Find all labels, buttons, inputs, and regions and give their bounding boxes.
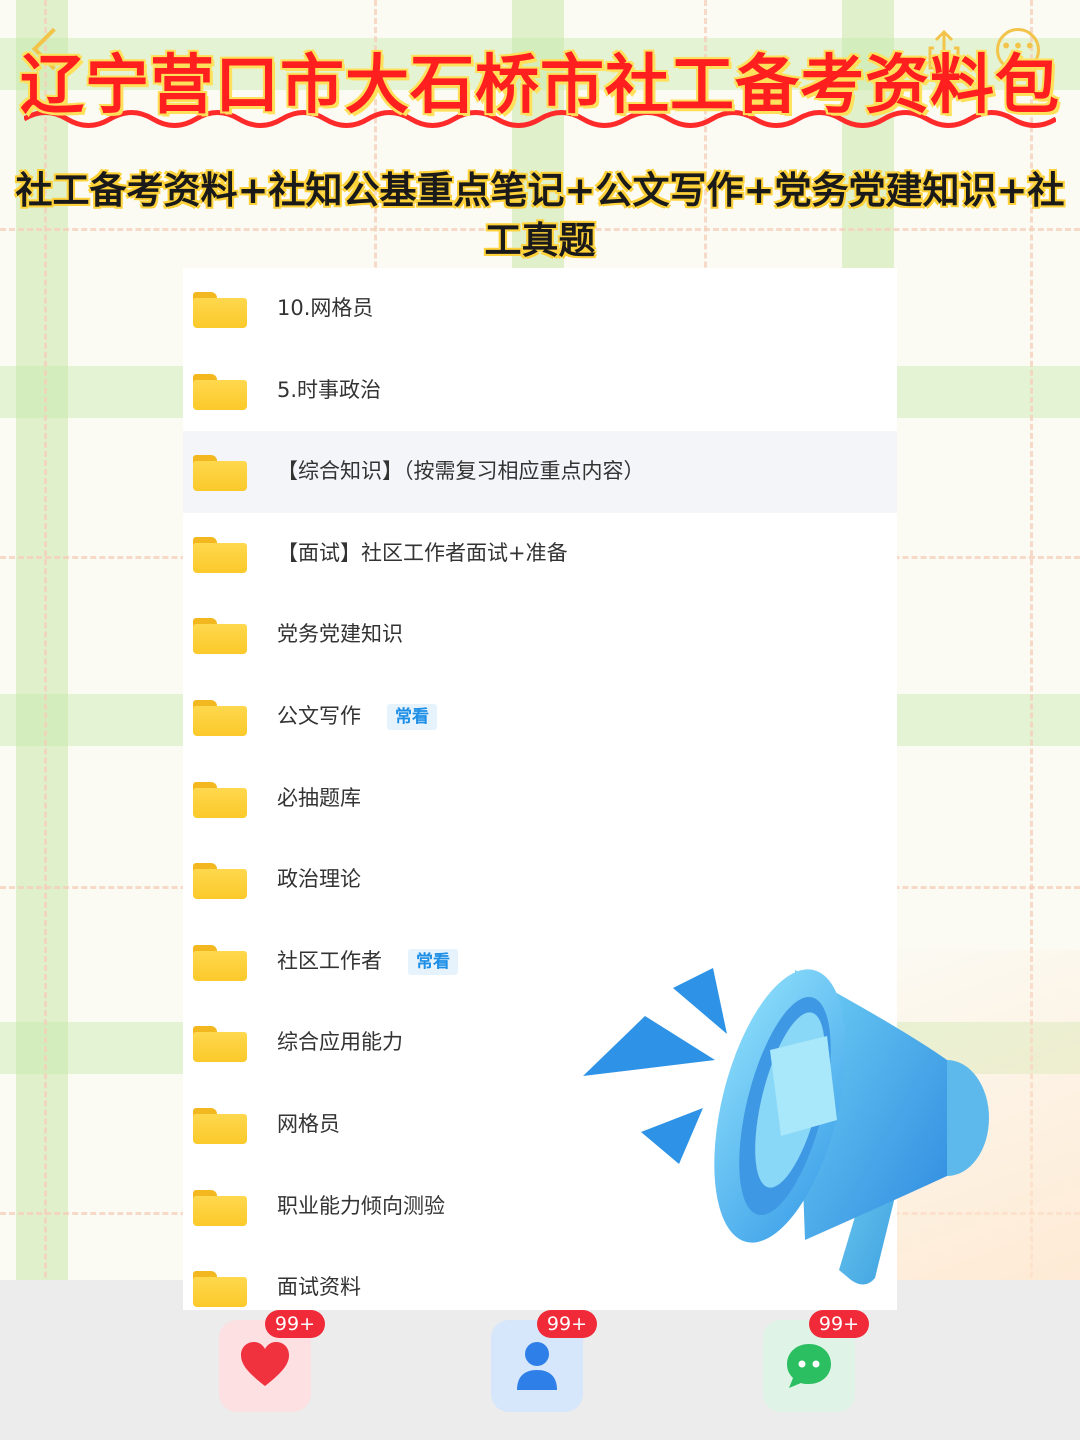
folder-label: 【面试】社区工作者面试+准备 (277, 540, 568, 565)
like-button[interactable]: 99+ (219, 1310, 325, 1412)
folder-label: 社区工作者 常看 (277, 921, 458, 1003)
folder-label: 党务党建知识 (277, 622, 403, 647)
folder-icon (193, 455, 247, 492)
page-subtitle: 社工备考资料+社知公基重点笔记+公文写作+党务党建知识+社工真题 (15, 169, 1065, 262)
folder-label: 5.时事政治 (277, 377, 382, 402)
folder-icon (193, 699, 247, 736)
chat-bubble-icon (787, 1344, 831, 1388)
folder-row[interactable]: 【面试】社区工作者面试+准备 (183, 513, 897, 595)
folder-icon (193, 863, 247, 900)
comment-count-badge: 99+ (808, 1310, 869, 1338)
folder-row[interactable]: 政治理论 (183, 839, 897, 921)
folder-label: 政治理论 (277, 867, 361, 892)
folder-label: 【综合知识】（按需复习相应重点内容） (277, 459, 645, 484)
follow-button[interactable]: 99+ (491, 1310, 597, 1412)
folder-row[interactable]: 必抽题库 (183, 758, 897, 840)
megaphone-icon (583, 968, 989, 1285)
folder-label: 综合应用能力 (277, 1030, 403, 1055)
folder-icon (193, 944, 247, 981)
folder-icon (193, 618, 247, 655)
folder-icon (193, 781, 247, 818)
folder-label: 职业能力倾向测验 (277, 1193, 445, 1218)
folder-row[interactable]: 公文写作 常看 (183, 676, 897, 758)
folder-row[interactable]: 【综合知识】（按需复习相应重点内容） (183, 431, 897, 513)
folder-label: 必抽题库 (277, 785, 361, 810)
page-title: 辽宁营口市大石桥市社工备考资料包 (20, 49, 1060, 123)
folder-icon (193, 1189, 247, 1226)
folder-icon (193, 1107, 247, 1144)
comment-button[interactable]: 99+ (763, 1310, 869, 1412)
heart-icon (241, 1342, 289, 1386)
folder-icon (193, 373, 247, 410)
like-count-badge: 99+ (264, 1310, 325, 1338)
frequent-tag: 常看 (408, 948, 458, 975)
folder-row[interactable]: 5.时事政治 (183, 350, 897, 432)
folder-row[interactable]: 10.网格员 (183, 268, 897, 350)
bottom-action-bar: 99+ 99+ 99+ (0, 1310, 1080, 1440)
follow-count-badge: 99+ (536, 1310, 597, 1338)
folder-icon (193, 536, 247, 573)
folder-label: 网格员 (277, 1111, 340, 1136)
folder-label: 公文写作 常看 (277, 676, 437, 758)
folder-icon (193, 1026, 247, 1063)
frequent-tag: 常看 (387, 703, 437, 730)
folder-label: 10.网格员 (277, 296, 374, 320)
folder-label: 面试资料 (277, 1275, 361, 1300)
person-icon (517, 1342, 557, 1390)
folder-row[interactable]: 党务党建知识 (183, 594, 897, 676)
folder-icon (193, 1271, 247, 1308)
folder-icon (193, 292, 247, 328)
